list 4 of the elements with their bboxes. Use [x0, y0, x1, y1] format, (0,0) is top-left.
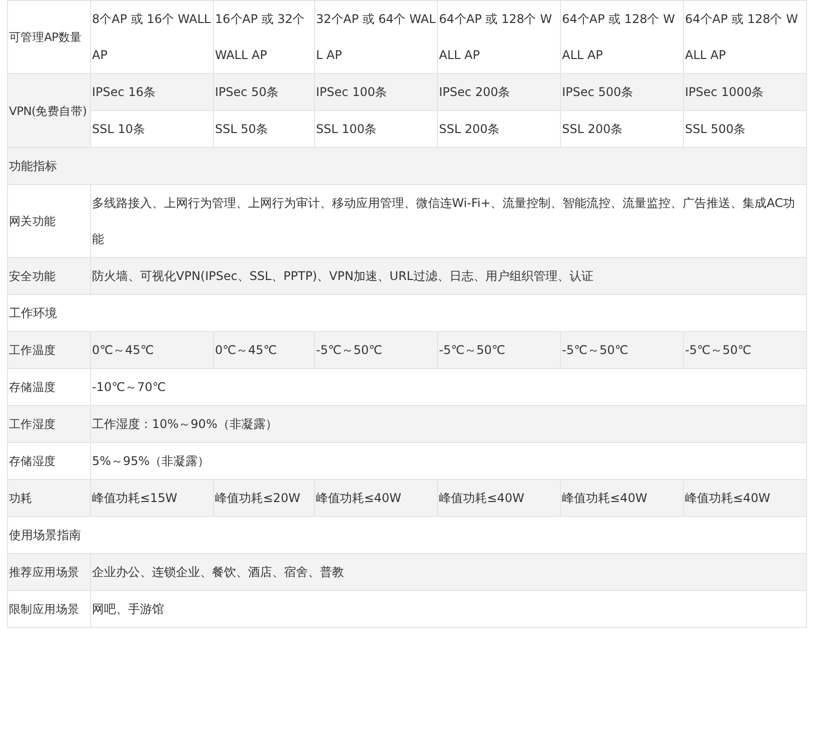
row-label: 可管理AP数量 [8, 0, 90, 74]
row-label: 限制应用场景 [8, 590, 90, 628]
row-label: VPN(免费自带) [8, 74, 90, 148]
table-cell: 网吧、手游馆 [90, 590, 806, 628]
